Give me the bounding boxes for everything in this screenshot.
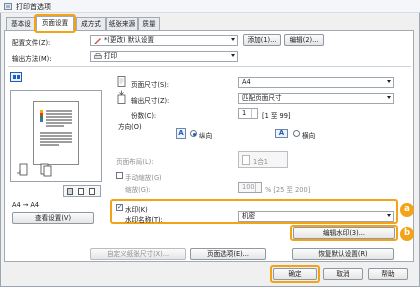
view-settings-button[interactable]: 查看设置(V) xyxy=(12,212,94,224)
page-size-label: 页面尺寸(S): xyxy=(131,81,169,89)
tab-paper-source[interactable]: 纸张来源 xyxy=(106,17,138,30)
callout-a-badge: a xyxy=(400,203,414,217)
preview-page-size-text: A4 → A4 xyxy=(12,201,40,209)
profile-value: *(更改) 默认设置 xyxy=(104,36,155,44)
chevron-down-icon xyxy=(231,38,235,41)
scaling-range: % [25 至 200] xyxy=(265,186,311,194)
tab-quality[interactable]: 质量 xyxy=(138,17,160,30)
scaling-input[interactable]: 100 xyxy=(238,182,262,193)
pencil-icon xyxy=(94,38,101,44)
printer-icon xyxy=(4,3,12,10)
output-method-label: 输出方法(M): xyxy=(12,55,52,63)
separator xyxy=(8,66,411,67)
edit-profile-button[interactable]: 编辑(2)... xyxy=(284,34,324,46)
output-size-value: 匹配页面尺寸 xyxy=(242,94,282,102)
copies-input[interactable]: 1 xyxy=(238,108,258,119)
print-icon xyxy=(94,53,102,59)
manual-scaling-checkbox[interactable] xyxy=(116,172,123,179)
page-size-value: A4 xyxy=(242,78,251,86)
scaling-label: 缩放(G): xyxy=(125,186,151,194)
title-bar xyxy=(0,0,420,13)
window-title: 打印首选项 xyxy=(16,3,51,11)
color-bar-graphic xyxy=(40,110,43,122)
landscape-page-icon: A xyxy=(275,129,288,138)
output-size-icon xyxy=(117,90,126,104)
chevron-down-icon xyxy=(387,96,391,99)
copies-label: 份数(C): xyxy=(131,112,157,120)
chevron-down-icon xyxy=(387,214,391,217)
output-method-select[interactable]: 打印 xyxy=(90,51,238,62)
watermark-name-select[interactable]: 机密 xyxy=(238,211,394,222)
output-method-value: 打印 xyxy=(104,52,118,60)
profile-label: 配置文件(Z): xyxy=(12,39,51,47)
portrait-label: 纵向 xyxy=(199,132,213,140)
duplex-icon[interactable] xyxy=(40,163,52,177)
watermark-checkbox-label: 水印(K) xyxy=(125,206,148,214)
copies-value: 1 xyxy=(242,109,247,117)
portrait-radio[interactable] xyxy=(190,130,197,137)
chevron-down-icon xyxy=(387,80,391,83)
tab-highlight-frame xyxy=(34,14,76,33)
scaling-value: 100 xyxy=(242,183,255,191)
text-lines-graphic-2 xyxy=(40,132,72,147)
tab-basic-settings[interactable]: 基本设 xyxy=(6,17,36,30)
orientation-label: 方向(O) xyxy=(118,123,142,131)
portrait-page-icon: A xyxy=(176,128,186,139)
restore-defaults-button[interactable]: 恢复默认设置(R) xyxy=(292,248,394,260)
profile-select[interactable]: *(更改) 默认设置 xyxy=(90,35,238,46)
watermark-name-value: 机密 xyxy=(242,212,256,220)
rotate-page-icon[interactable] xyxy=(16,163,28,177)
tab-finishing[interactable]: 成方式 xyxy=(76,17,106,30)
page-layout-select[interactable]: 1合1 xyxy=(238,151,288,168)
preview-mode-icon[interactable] xyxy=(10,72,22,82)
edit-watermark-button[interactable]: 编辑水印(3)... xyxy=(293,227,395,239)
page-size-icon xyxy=(117,76,126,87)
spin-arrows-icon[interactable] xyxy=(255,183,261,192)
output-size-select[interactable]: 匹配页面尺寸 xyxy=(238,93,394,104)
spin-arrows-icon[interactable] xyxy=(251,109,257,118)
custom-paper-size-button[interactable]: 自定义纸张尺寸(X)... xyxy=(90,248,186,260)
text-lines-graphic xyxy=(46,110,72,128)
help-button[interactable]: 帮助 xyxy=(368,268,408,280)
watermark-name-label: 水印名称(T): xyxy=(125,216,163,224)
landscape-label: 横向 xyxy=(302,132,316,140)
page-layout-value: 1合1 xyxy=(253,158,268,166)
page-size-select[interactable]: A4 xyxy=(238,77,394,88)
page-layout-label: 页面布局(L): xyxy=(116,158,154,166)
callout-b-badge: b xyxy=(400,227,414,241)
landscape-radio[interactable] xyxy=(293,130,300,137)
ok-button[interactable]: 确定 xyxy=(273,268,317,280)
single-page-icon xyxy=(242,155,250,165)
cancel-button[interactable]: 取消 xyxy=(323,268,363,280)
copies-range: [1 至 99] xyxy=(262,112,291,120)
layout-view-toggle[interactable] xyxy=(63,185,101,197)
watermark-checkbox[interactable] xyxy=(116,203,123,211)
manual-scaling-label: 手动缩放(G) xyxy=(125,174,162,182)
add-profile-button[interactable]: 添加(1)... xyxy=(243,34,281,46)
chevron-down-icon xyxy=(231,54,235,57)
output-size-label: 输出尺寸(Z): xyxy=(131,97,170,105)
page-options-button[interactable]: 页面选项(E)... xyxy=(190,248,266,260)
preview-page xyxy=(33,101,79,165)
